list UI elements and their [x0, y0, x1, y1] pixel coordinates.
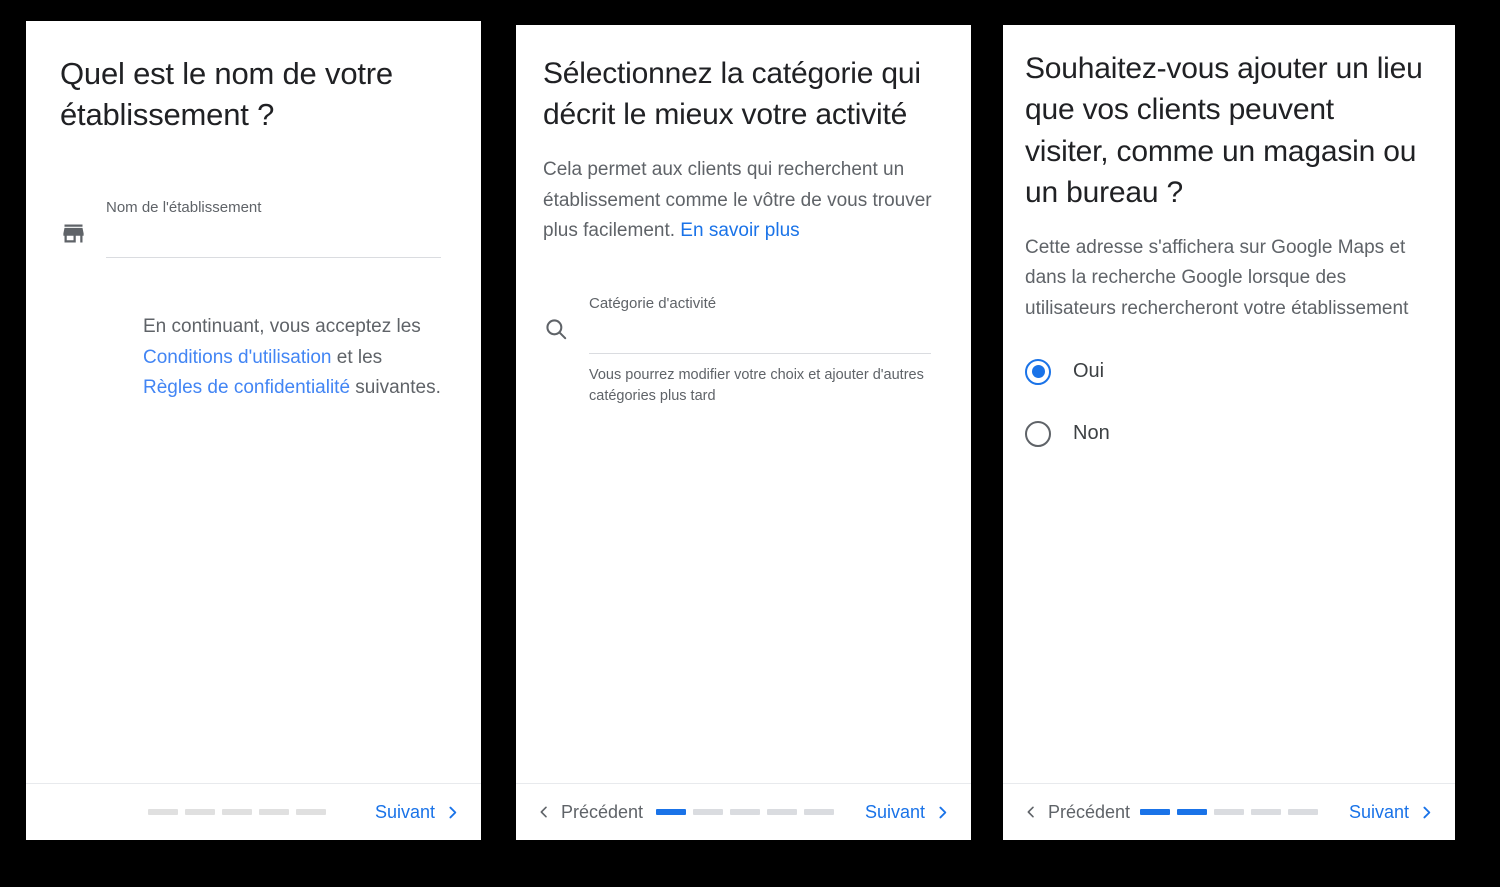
progress-step: [185, 809, 215, 815]
business-name-field-main: Nom de l'établissement: [106, 198, 441, 258]
business-category-description: Cela permet aux clients qui recherchent …: [543, 155, 943, 247]
chevron-right-icon: [934, 804, 951, 821]
progress-step: [730, 809, 760, 815]
progress-step: [148, 809, 178, 815]
card-body-business-category: Sélectionnez la catégorie qui décrit le …: [516, 25, 971, 783]
business-category-input[interactable]: [589, 314, 931, 355]
learn-more-link[interactable]: En savoir plus: [680, 220, 799, 241]
radio-option-oui[interactable]: Oui: [1025, 347, 1425, 397]
storefront-location-radio-group: Oui Non: [1025, 347, 1425, 459]
footer-storefront-location: Précédent Suivant: [1003, 783, 1455, 840]
business-name-label: Nom de l'établissement: [106, 198, 262, 216]
progress-step: [259, 809, 289, 815]
business-name-input[interactable]: [106, 217, 441, 258]
business-category-field-main: Catégorie d'activité Vous pourrez modifi…: [589, 294, 931, 407]
next-button-label: Suivant: [1348, 801, 1409, 822]
previous-button-3[interactable]: Précédent: [1023, 802, 1130, 823]
radio-label-oui: Oui: [1073, 360, 1105, 383]
progress-step: [1288, 809, 1318, 815]
next-button-3[interactable]: Suivant: [1349, 802, 1435, 823]
radio-option-non[interactable]: Non: [1025, 409, 1425, 459]
progress-step: [693, 809, 723, 815]
card-body-storefront-location: Souhaitez-vous ajouter un lieu que vos c…: [1003, 25, 1455, 783]
description-body: Cette adresse s'affichera sur Google Map…: [1025, 236, 1409, 320]
previous-button-2[interactable]: Précédent: [536, 802, 643, 823]
progress-step: [296, 809, 326, 815]
screenshot-stage: Quel est le nom de votre établissement ?…: [0, 0, 1500, 887]
progress-step: [1177, 809, 1207, 815]
chevron-right-icon: [1418, 804, 1435, 821]
progress-step: [1214, 809, 1244, 815]
footer-business-name: Suivant: [26, 783, 481, 840]
card-storefront-location: Souhaitez-vous ajouter un lieu que vos c…: [1003, 25, 1455, 840]
page-title-business-name: Quel est le nom de votre établissement ?: [60, 56, 393, 132]
business-category-label: Catégorie d'activité: [589, 295, 717, 313]
business-name-field-row: Nom de l'établissement: [60, 198, 441, 258]
business-category-field-row: Catégorie d'activité Vous pourrez modifi…: [543, 294, 931, 407]
chevron-right-icon: [444, 804, 461, 821]
business-category-help-text: Vous pourrez modifier votre choix et ajo…: [589, 367, 924, 405]
agreement-tail: suivantes.: [350, 377, 441, 399]
chevron-left-icon: [1023, 804, 1039, 820]
agreement-mid: et les: [331, 346, 383, 368]
progress-steps-2: [656, 809, 834, 815]
next-button-2[interactable]: Suivant: [865, 802, 951, 823]
terms-of-service-link[interactable]: Conditions d'utilisation: [143, 347, 331, 368]
next-button-label: Suivant: [864, 801, 925, 822]
storefront-location-description: Cette adresse s'affichera sur Google Map…: [1025, 233, 1425, 325]
progress-step: [1251, 809, 1281, 815]
progress-steps-1: [148, 809, 326, 815]
agreement-lead: En continuant, vous acceptez les: [143, 315, 421, 337]
card-business-category: Sélectionnez la catégorie qui décrit le …: [516, 25, 971, 840]
radio-label-non: Non: [1073, 422, 1110, 445]
radio-selected-icon: [1025, 358, 1051, 385]
radio-unselected-icon: [1025, 420, 1051, 447]
terms-agreement-text: En continuant, vous acceptez les Conditi…: [143, 312, 445, 404]
privacy-policy-link[interactable]: Règles de confidentialité: [143, 377, 350, 398]
storefront-icon: [60, 198, 106, 247]
card-business-name: Quel est le nom de votre établissement ?…: [26, 21, 481, 840]
progress-step: [656, 809, 686, 815]
previous-button-label: Précédent: [561, 801, 644, 822]
card-body-business-name: Quel est le nom de votre établissement ?…: [26, 21, 481, 783]
footer-business-category: Précédent Suivant: [516, 783, 971, 840]
next-button-1[interactable]: Suivant: [375, 802, 461, 823]
previous-button-label: Précédent: [1048, 801, 1131, 822]
progress-step: [1140, 809, 1170, 815]
progress-steps-3: [1140, 809, 1318, 815]
progress-step: [804, 809, 834, 815]
search-icon: [543, 294, 589, 342]
page-title-storefront-location: Souhaitez-vous ajouter un lieu que vos c…: [1025, 52, 1423, 210]
page-title-business-category: Sélectionnez la catégorie qui décrit le …: [543, 57, 921, 132]
chevron-left-icon: [536, 804, 552, 820]
progress-step: [767, 809, 797, 815]
next-button-label: Suivant: [374, 801, 435, 822]
progress-step: [222, 809, 252, 815]
